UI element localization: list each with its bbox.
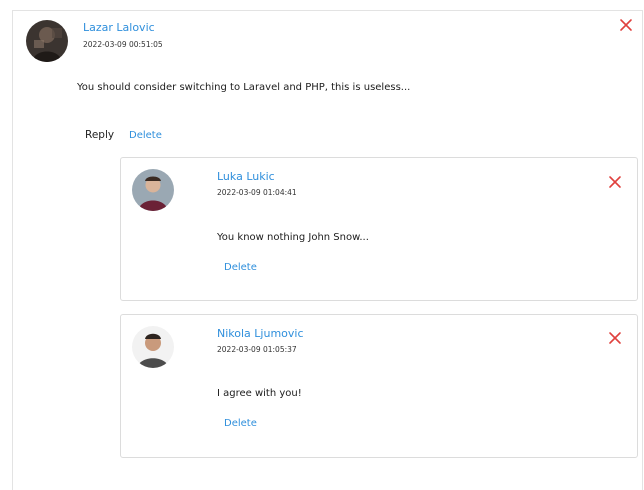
avatar xyxy=(26,20,68,62)
delete-button[interactable]: Delete xyxy=(129,130,162,141)
avatar xyxy=(132,169,174,211)
comment-timestamp: 2022-03-09 00:51:05 xyxy=(83,40,163,49)
avatar xyxy=(132,326,174,368)
reply-card: Luka Lukic 2022-03-09 01:04:41 You know … xyxy=(120,157,638,301)
close-icon[interactable] xyxy=(608,331,622,345)
comment-text: You should consider switching to Laravel… xyxy=(77,82,411,93)
close-icon[interactable] xyxy=(619,18,633,32)
delete-button[interactable]: Delete xyxy=(224,418,257,429)
reply-timestamp: 2022-03-09 01:04:41 xyxy=(217,188,297,197)
reply-button[interactable]: Reply xyxy=(85,129,114,141)
reply-author[interactable]: Luka Lukic xyxy=(217,170,275,183)
reply-text: You know nothing John Snow... xyxy=(217,232,369,243)
reply-author[interactable]: Nikola Ljumovic xyxy=(217,327,304,340)
reply-timestamp: 2022-03-09 01:05:37 xyxy=(217,345,297,354)
delete-button[interactable]: Delete xyxy=(224,262,257,273)
comment-author[interactable]: Lazar Lalovic xyxy=(83,21,155,34)
reply-text: I agree with you! xyxy=(217,388,302,399)
reply-card: Nikola Ljumovic 2022-03-09 01:05:37 I ag… xyxy=(120,314,638,458)
close-icon[interactable] xyxy=(608,175,622,189)
